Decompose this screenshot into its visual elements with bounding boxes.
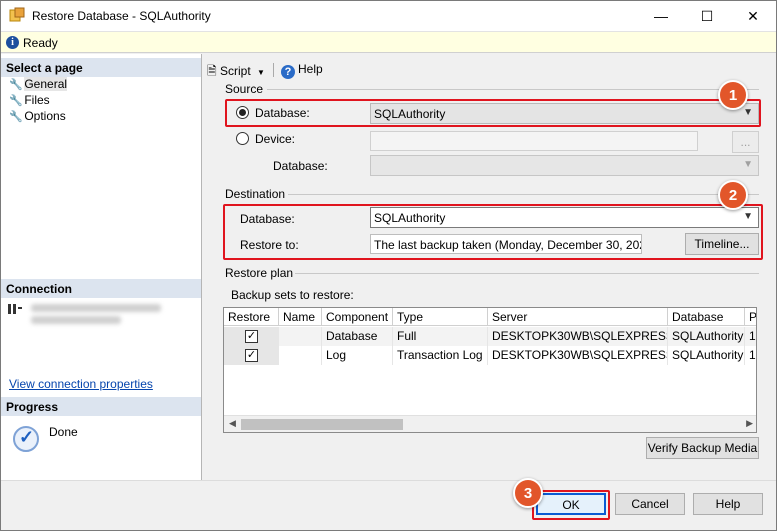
help-icon: ? bbox=[281, 65, 295, 79]
progress-status: Done bbox=[49, 425, 78, 439]
wrench-icon: 🔧 bbox=[9, 111, 23, 123]
help-toolbar-button[interactable]: ? Help bbox=[281, 62, 323, 79]
help-button[interactable]: Help bbox=[693, 493, 763, 515]
dialog-button-bar: OK 3 Cancel Help bbox=[1, 478, 776, 530]
backup-sets-grid[interactable]: Restore Name Component Type Server Datab… bbox=[223, 307, 757, 433]
highlight-box-3 bbox=[532, 490, 610, 520]
page-general-label: General bbox=[24, 77, 68, 91]
device-database-label: Database: bbox=[273, 159, 328, 173]
device-path-field[interactable] bbox=[370, 131, 698, 151]
device-database-combo[interactable]: ▼ bbox=[370, 155, 759, 176]
done-check-icon: ✓ bbox=[13, 426, 39, 452]
table-row[interactable]: ✓ Database Full DESKTOPK30WB\SQLEXPRESS … bbox=[224, 327, 756, 346]
device-browse-button[interactable]: ... bbox=[732, 131, 759, 153]
chevron-down-icon: ▼ bbox=[257, 68, 265, 77]
verify-backup-media-button[interactable]: Verify Backup Media bbox=[646, 437, 759, 459]
source-group-label: Source bbox=[225, 82, 264, 96]
highlight-box-1 bbox=[225, 99, 761, 127]
grid-header-row: Restore Name Component Type Server Datab… bbox=[224, 308, 756, 326]
page-options[interactable]: 🔧 Options bbox=[9, 109, 66, 123]
status-bar: i Ready bbox=[1, 31, 776, 53]
close-button[interactable]: ✕ bbox=[730, 1, 776, 31]
help-toolbar-label: Help bbox=[298, 62, 323, 76]
column-header-database[interactable]: Database bbox=[668, 308, 745, 326]
server-cell: DESKTOPK30WB\SQLEXPRESS bbox=[488, 327, 668, 346]
page-files-label: Files bbox=[24, 93, 50, 107]
restore-checkbox[interactable]: ✓ bbox=[245, 330, 258, 343]
source-divider bbox=[267, 89, 759, 90]
view-connection-properties-link[interactable]: View connection properties bbox=[9, 377, 153, 391]
component-cell: Database bbox=[322, 327, 393, 346]
window-title: Restore Database - SQLAuthority bbox=[32, 9, 211, 23]
cancel-button[interactable]: Cancel bbox=[615, 493, 685, 515]
script-button[interactable]: 🗎 Script ▼ bbox=[207, 62, 265, 83]
position-cell: 1 bbox=[749, 329, 756, 343]
scroll-left-icon[interactable]: ◀ bbox=[229, 418, 236, 429]
column-header-component[interactable]: Component bbox=[322, 308, 393, 326]
destination-group-label: Destination bbox=[225, 187, 286, 201]
name-cell bbox=[279, 346, 322, 365]
page-general[interactable]: 🔧 General bbox=[9, 77, 68, 91]
restore-database-app-icon bbox=[9, 7, 25, 22]
connection-server-redacted bbox=[31, 304, 161, 312]
type-cell: Full bbox=[393, 327, 488, 346]
restore-plan-group-label: Restore plan bbox=[225, 266, 294, 280]
scroll-right-icon[interactable]: ▶ bbox=[746, 418, 753, 429]
step-badge-1: 1 bbox=[718, 80, 748, 110]
restore-cell[interactable]: ✓ bbox=[224, 346, 279, 365]
name-cell bbox=[279, 327, 322, 346]
page-options-label: Options bbox=[24, 109, 66, 123]
destination-divider bbox=[288, 194, 759, 195]
column-header-name[interactable]: Name bbox=[279, 308, 322, 326]
position-cell: 1 bbox=[749, 348, 756, 362]
script-label: Script bbox=[220, 64, 251, 78]
connection-header: Connection bbox=[1, 279, 201, 298]
restore-database-dialog: Restore Database - SQLAuthority — ☐ ✕ i … bbox=[0, 0, 777, 531]
minimize-button[interactable]: — bbox=[638, 1, 684, 31]
restore-cell[interactable]: ✓ bbox=[224, 327, 279, 346]
main-pane: 🗎 Script ▼ ? Help Source Database: SQLAut… bbox=[203, 54, 776, 480]
table-row[interactable]: ✓ Log Transaction Log DESKTOPK30WB\SQLEX… bbox=[224, 346, 756, 365]
toolbar-separator bbox=[273, 63, 274, 77]
select-page-header: Select a page bbox=[1, 58, 201, 77]
server-cell: DESKTOPK30WB\SQLEXPRESS bbox=[488, 346, 668, 365]
horizontal-scrollbar[interactable]: ◀ ▶ bbox=[224, 415, 756, 432]
server-connection-icon bbox=[8, 304, 22, 314]
title-bar: Restore Database - SQLAuthority — ☐ ✕ bbox=[1, 1, 776, 31]
device-radio[interactable] bbox=[236, 132, 249, 145]
column-header-server[interactable]: Server bbox=[488, 308, 668, 326]
maximize-button[interactable]: ☐ bbox=[684, 1, 730, 31]
database-cell: SQLAuthority bbox=[668, 327, 745, 346]
column-header-position[interactable]: Po bbox=[745, 308, 756, 326]
column-header-restore[interactable]: Restore bbox=[224, 308, 279, 326]
highlight-box-2 bbox=[223, 204, 763, 260]
left-pane: Select a page 🔧 General 🔧 Files 🔧 Option… bbox=[1, 54, 202, 480]
scrollbar-thumb[interactable] bbox=[241, 419, 403, 430]
type-cell: Transaction Log bbox=[393, 346, 488, 365]
device-radio-label: Device: bbox=[255, 132, 296, 146]
database-cell: SQLAuthority bbox=[668, 346, 745, 365]
component-cell: Log bbox=[322, 346, 393, 365]
step-badge-3: 3 bbox=[513, 478, 543, 508]
restore-plan-divider bbox=[295, 273, 759, 274]
connection-user-redacted bbox=[31, 316, 121, 324]
wrench-icon: 🔧 bbox=[9, 95, 23, 107]
column-header-type[interactable]: Type bbox=[393, 308, 488, 326]
status-text: Ready bbox=[23, 36, 58, 50]
restore-checkbox[interactable]: ✓ bbox=[245, 349, 258, 362]
wrench-icon: 🔧 bbox=[9, 79, 23, 91]
info-icon: i bbox=[6, 36, 19, 49]
progress-header: Progress bbox=[1, 397, 201, 416]
step-badge-2: 2 bbox=[718, 180, 748, 210]
page-files[interactable]: 🔧 Files bbox=[9, 93, 50, 107]
chevron-down-icon: ▼ bbox=[743, 159, 753, 170]
script-icon: 🗎 bbox=[207, 64, 217, 78]
backup-sets-label: Backup sets to restore: bbox=[231, 288, 354, 302]
